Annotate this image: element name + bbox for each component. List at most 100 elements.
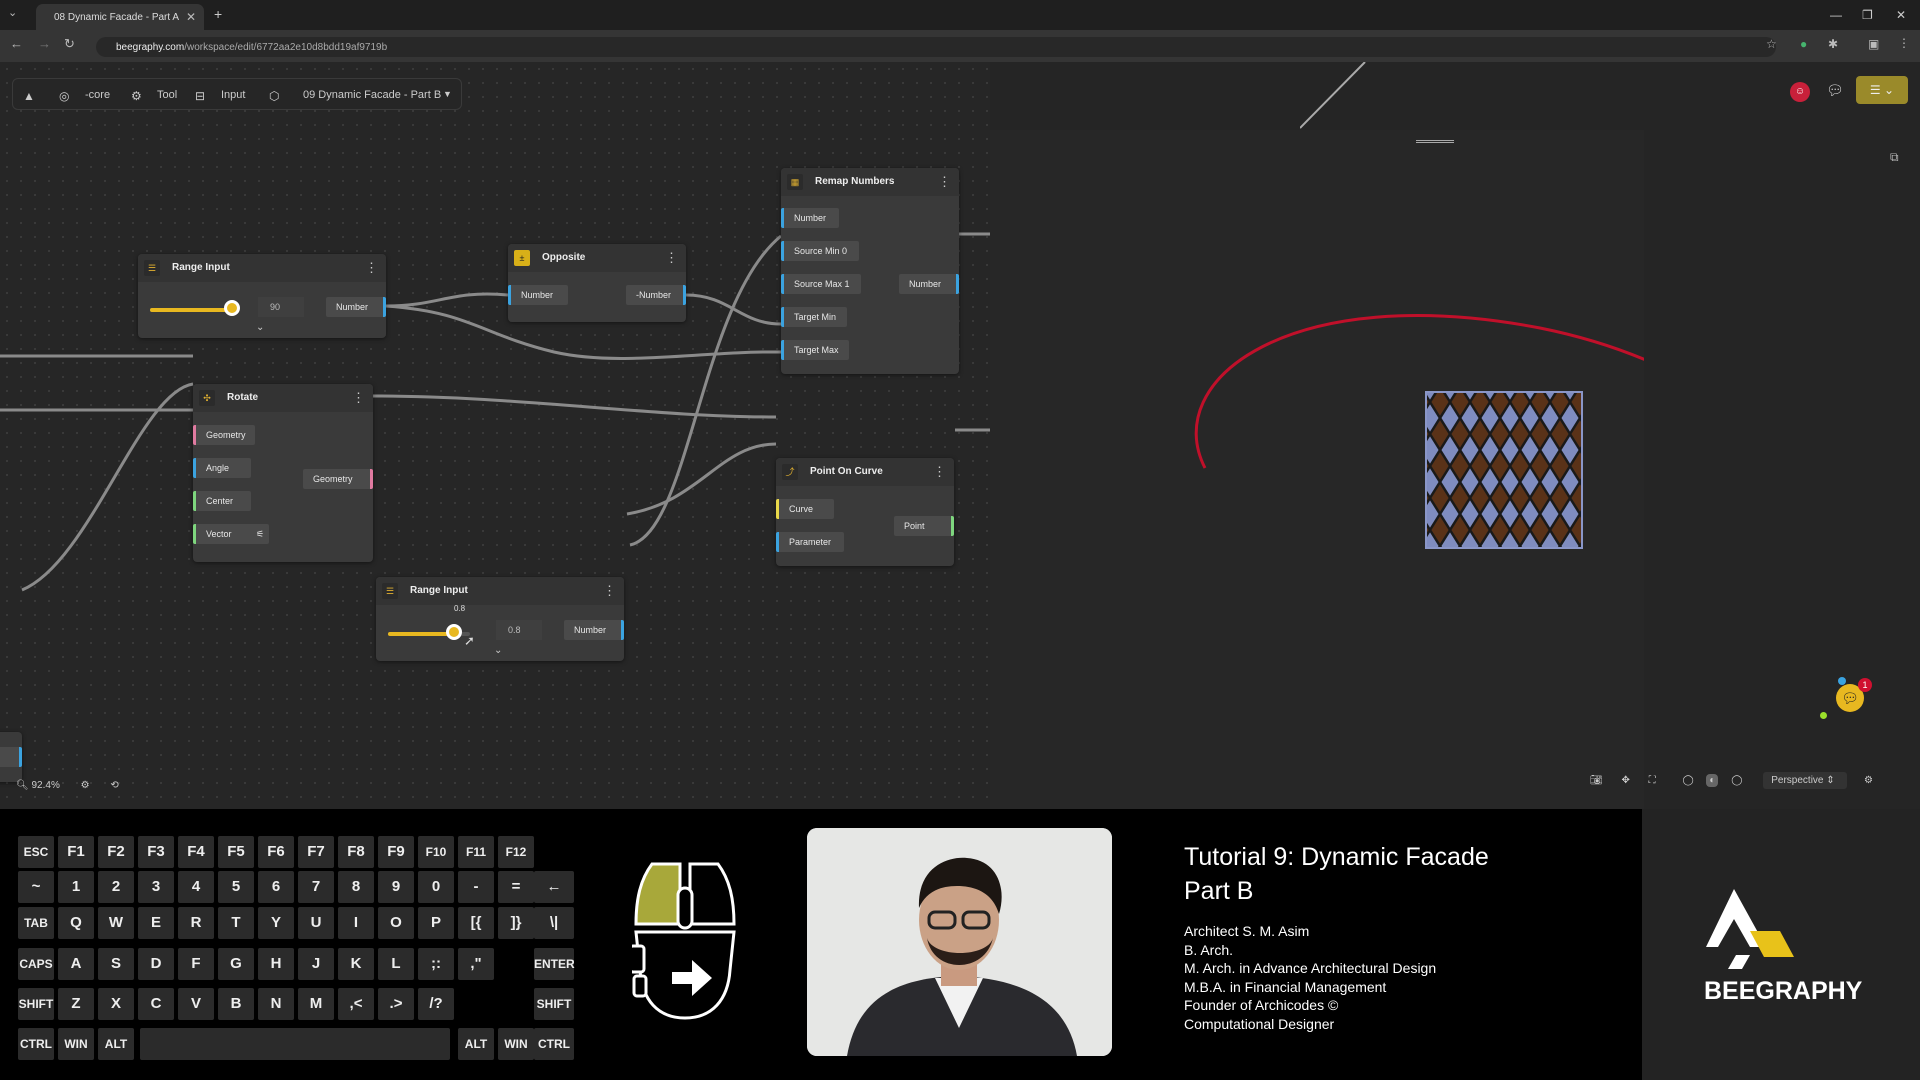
- input-icon[interactable]: ⊟: [195, 89, 205, 103]
- range-value-input[interactable]: 0.8: [496, 620, 542, 640]
- node-menu-icon[interactable]: ⋮: [933, 464, 946, 480]
- settings-sliders-icon[interactable]: ⚟: [256, 524, 264, 544]
- key-5-4: WIN: [498, 1028, 534, 1060]
- url-field[interactable]: beegraphy.com/workspace/edit/6772aa2e10d…: [96, 37, 1776, 57]
- profile-icon[interactable]: ▣: [1868, 37, 1879, 51]
- node-menu-icon[interactable]: ⋮: [365, 260, 378, 276]
- opposite-node[interactable]: ± Opposite ⋮ Number -Number: [508, 244, 686, 322]
- close-tab-icon[interactable]: ✕: [186, 10, 196, 24]
- input-port-vector[interactable]: Vector ⚟: [193, 524, 269, 544]
- comments-icon[interactable]: 💬︎: [1826, 82, 1844, 99]
- input-port-geometry[interactable]: Geometry: [193, 425, 255, 445]
- rotate-node[interactable]: ✣ Rotate ⋮ Geometry Angle Center Vector ⚟…: [193, 384, 373, 562]
- range-input-node-1[interactable]: ☰ Range Input ⋮ 90 Number ⌄: [138, 254, 386, 338]
- output-port-negative-number[interactable]: -Number: [626, 285, 686, 305]
- viewport-toolbar: 📷︎ ✥ ⛶ ◯ ◐ ◯ Perspective ⇕ ⚙: [1590, 772, 1873, 789]
- output-port-number[interactable]: Number: [326, 297, 386, 317]
- key-4-5: B: [218, 988, 254, 1020]
- input-port-curve[interactable]: Curve: [776, 499, 834, 519]
- input-port-center[interactable]: Center: [193, 491, 251, 511]
- new-tab-icon[interactable]: +: [214, 6, 222, 22]
- output-port-point[interactable]: Point: [894, 516, 954, 536]
- input-menu[interactable]: Input: [221, 89, 245, 101]
- tool-menu[interactable]: Tool: [157, 89, 177, 101]
- project-name-dropdown[interactable]: 09 Dynamic Facade - Part B: [303, 89, 441, 101]
- range-slider-knob[interactable]: [445, 624, 462, 640]
- forward-icon[interactable]: →: [38, 36, 51, 51]
- input-port-parameter[interactable]: Parameter: [776, 532, 844, 552]
- chevron-down-icon[interactable]: ▼: [443, 89, 452, 99]
- node-menu-icon[interactable]: ⋮: [665, 250, 678, 266]
- core-icon[interactable]: ◎: [59, 89, 69, 103]
- back-icon[interactable]: ←: [10, 36, 23, 51]
- partial-node[interactable]: ber: [0, 732, 22, 782]
- input-port-angle[interactable]: Angle: [193, 458, 251, 478]
- key-2-1: Q: [58, 907, 94, 939]
- key-2-4: R: [178, 907, 214, 939]
- tool-icon[interactable]: ⚙: [131, 89, 142, 103]
- shaded-mode-icon[interactable]: ◐: [1706, 774, 1719, 787]
- node-menu-icon[interactable]: ⋮: [352, 390, 365, 406]
- output-port-geometry[interactable]: Geometry: [303, 469, 373, 489]
- fullscreen-icon[interactable]: ⛶: [1649, 775, 1656, 786]
- key-0-4: F4: [178, 836, 214, 868]
- minimize-icon[interactable]: —: [1830, 8, 1842, 22]
- key-5-2: ALT: [98, 1028, 134, 1060]
- camera-icon[interactable]: 📷︎: [1590, 775, 1603, 786]
- point-on-curve-node[interactable]: ⤴ Point On Curve ⋮ Curve Parameter Point: [776, 458, 954, 566]
- extensions-icon[interactable]: ✱: [1828, 37, 1838, 51]
- input-port-target-min[interactable]: Target Min: [781, 307, 847, 327]
- range-slider-track[interactable]: [150, 308, 232, 312]
- key-3-9: L: [378, 948, 414, 980]
- key-0-9: F9: [378, 836, 414, 868]
- range-slider-knob[interactable]: [224, 300, 240, 316]
- expand-chevron-icon[interactable]: ⌄: [494, 645, 502, 656]
- tab-list-icon[interactable]: ⌄: [8, 6, 17, 19]
- restore-icon[interactable]: ❐: [1862, 8, 1873, 22]
- range-value-input[interactable]: 90: [258, 297, 304, 317]
- layout-icon[interactable]: ⟲: [110, 780, 118, 791]
- key-0-8: F8: [338, 836, 374, 868]
- input-port-number[interactable]: Number: [781, 208, 839, 228]
- panel-toggle-button[interactable]: ☰ ⌄: [1856, 76, 1908, 104]
- remap-numbers-node[interactable]: ▦ Remap Numbers ⋮ Number Source Min 0 So…: [781, 168, 959, 374]
- wireframe-mode-icon[interactable]: ◯: [1682, 775, 1693, 786]
- render-mode-icon[interactable]: ◯: [1731, 775, 1742, 786]
- user-avatar-icon[interactable]: ☺: [1790, 82, 1810, 102]
- range-input-node-2[interactable]: ☰ Range Input ⋮ 0.8 ➚ 0.8 Number ⌄: [376, 577, 624, 661]
- beegraphy-home-icon[interactable]: ▲: [23, 89, 35, 103]
- browser-menu-icon[interactable]: ⋮: [1898, 36, 1910, 50]
- close-window-icon[interactable]: ✕: [1896, 8, 1906, 22]
- 3d-viewport[interactable]: ⧉ 💬︎ 1: [990, 130, 1899, 809]
- port-value: 0: [842, 246, 848, 256]
- reload-icon[interactable]: ↻: [64, 36, 75, 52]
- node-canvas[interactable]: ▲ ◎ -core ⚙ Tool ⊟ Input ⬡ 09 Dynamic Fa…: [0, 62, 990, 809]
- orbit-icon[interactable]: ✥: [1621, 775, 1629, 786]
- browser-tab[interactable]: 08 Dynamic Facade - Part A ✕: [36, 4, 204, 30]
- key-5-0: CTRL: [18, 1028, 54, 1060]
- input-port-source-min[interactable]: Source Min 0: [781, 241, 859, 261]
- node-menu-icon[interactable]: ⋮: [603, 583, 616, 599]
- view-mode-select[interactable]: Perspective ⇕: [1763, 772, 1848, 789]
- key-4-7: M: [298, 988, 334, 1020]
- node-header[interactable]: [508, 244, 686, 272]
- node-menu-icon[interactable]: ⋮: [938, 174, 951, 190]
- zoom-icon[interactable]: 🔍︎: [16, 780, 29, 791]
- node-header[interactable]: [193, 384, 373, 412]
- slider-tooltip: 0.8: [454, 604, 466, 613]
- key-5-1: WIN: [58, 1028, 94, 1060]
- input-port-target-max[interactable]: Target Max: [781, 340, 849, 360]
- grammarly-extension-icon[interactable]: ●: [1800, 37, 1807, 51]
- output-port-number[interactable]: Number: [564, 620, 624, 640]
- core-menu[interactable]: -core: [85, 89, 110, 101]
- expand-chevron-icon[interactable]: ⌄: [256, 322, 264, 333]
- input-port-number[interactable]: Number: [508, 285, 568, 305]
- output-port-number[interactable]: Number: [899, 274, 959, 294]
- viewport-settings-icon[interactable]: ⚙: [1864, 775, 1873, 786]
- collapse-panel-icon[interactable]: ⧉: [1890, 150, 1899, 165]
- bookmark-star-icon[interactable]: ☆: [1766, 37, 1777, 51]
- input-port-source-max[interactable]: Source Max 1: [781, 274, 861, 294]
- project-icon[interactable]: ⬡: [269, 89, 279, 103]
- settings-gear-icon[interactable]: ⚙: [81, 780, 90, 791]
- output-port-number[interactable]: ber: [0, 747, 22, 767]
